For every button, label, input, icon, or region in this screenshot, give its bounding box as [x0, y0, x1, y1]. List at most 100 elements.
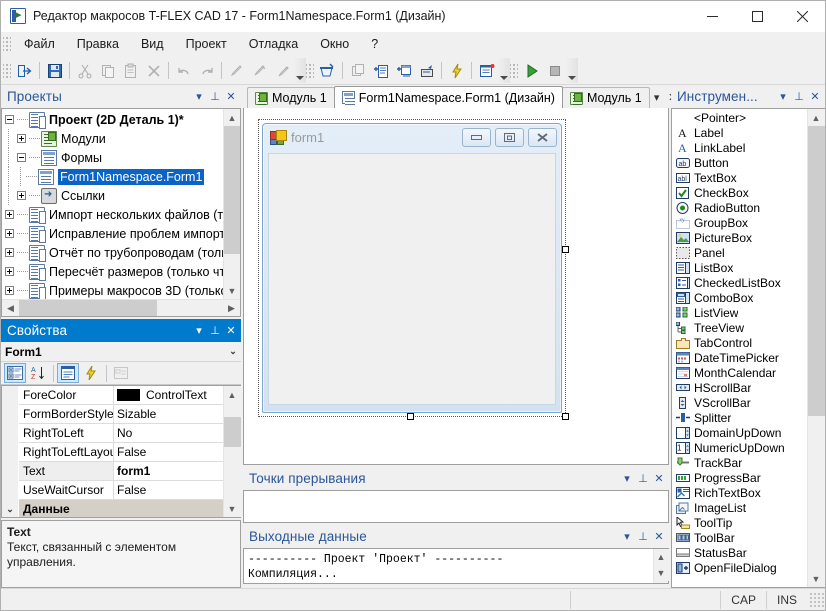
- toolbox-item-radiobutton[interactable]: RadioButton: [672, 200, 807, 215]
- tab-module-1a[interactable]: Модуль 1: [247, 87, 335, 108]
- toolbox-item-tabcontrol[interactable]: TabControl: [672, 335, 807, 350]
- projects-hscroll-track[interactable]: [19, 300, 223, 317]
- designed-form[interactable]: form1: [262, 123, 562, 413]
- toolbox-scroll-track[interactable]: [808, 126, 825, 570]
- property-value[interactable]: False: [114, 481, 223, 500]
- expander-import-fix[interactable]: [2, 224, 17, 243]
- resize-handle-right[interactable]: [562, 246, 569, 253]
- toolbox-item-checkbox[interactable]: CheckBox: [672, 185, 807, 200]
- expander-pipeline-report[interactable]: [2, 243, 17, 262]
- toolbox-item-monthcalendar[interactable]: MonthCalendar: [672, 365, 807, 380]
- expander-import-files[interactable]: [2, 205, 17, 224]
- toolbox-item-hscrollbar[interactable]: HScrollBar: [672, 380, 807, 395]
- run-button[interactable]: [520, 59, 543, 82]
- toolbox-item-progressbar[interactable]: ProgressBar: [672, 470, 807, 485]
- toolbox-pin-icon[interactable]: ⊥: [791, 88, 807, 106]
- scroll-up-icon[interactable]: ▲: [654, 549, 669, 565]
- toolbar-grip-2[interactable]: [306, 62, 314, 80]
- form-maximize-icon[interactable]: [495, 128, 524, 147]
- projects-scroll-thumb[interactable]: [224, 126, 241, 254]
- expander-forms[interactable]: [14, 148, 29, 167]
- property-row-text[interactable]: Text form1: [2, 462, 223, 481]
- minimize-button[interactable]: [690, 1, 735, 32]
- toolbox-item-combobox[interactable]: ComboBox: [672, 290, 807, 305]
- projects-horizontal-scrollbar[interactable]: ◀ ▶: [2, 299, 240, 316]
- properties-dropdown-icon[interactable]: ▾: [191, 322, 207, 340]
- toolbar-grip-1[interactable]: [3, 62, 11, 80]
- properties-pin-icon[interactable]: ⊥: [207, 322, 223, 340]
- property-row-formborderstyle[interactable]: FormBorderStyle Sizable: [2, 405, 223, 424]
- property-value[interactable]: form1: [114, 462, 223, 481]
- expander-recalc-dimensions[interactable]: [2, 262, 17, 281]
- save-button[interactable]: [43, 59, 66, 82]
- scroll-left-icon[interactable]: ◀: [2, 300, 19, 317]
- expander-macro-samples-3d[interactable]: [2, 281, 17, 299]
- toolbar-overflow-1[interactable]: [294, 58, 306, 83]
- properties-scroll-track[interactable]: [224, 403, 241, 500]
- scroll-down-icon[interactable]: ▼: [654, 565, 669, 581]
- output-console[interactable]: ---------- Проект 'Проект' ---------- Ко…: [243, 548, 669, 584]
- projects-hscroll-thumb[interactable]: [19, 300, 157, 317]
- resize-handle-bottom-right[interactable]: [562, 413, 569, 420]
- toolbox-close-icon[interactable]: ✕: [807, 88, 823, 106]
- projects-scroll-track[interactable]: [224, 126, 241, 282]
- toolbox-item-datetimepicker[interactable]: DateTimePicker: [672, 350, 807, 365]
- toolbox-item-checkedlistbox[interactable]: CheckedListBox: [672, 275, 807, 290]
- toolbar-overflow-2[interactable]: [498, 58, 510, 83]
- toolbox-item-treeview[interactable]: TreeView: [672, 320, 807, 335]
- alphabetical-button[interactable]: AZ: [27, 363, 49, 383]
- tab-list-dropdown-icon[interactable]: ▾: [649, 88, 665, 106]
- scroll-up-icon[interactable]: ▲: [224, 386, 241, 403]
- menu-grip[interactable]: [3, 35, 11, 53]
- toolbox-item-listbox[interactable]: ListBox: [672, 260, 807, 275]
- delete-button[interactable]: [142, 59, 165, 82]
- form-designer-surface[interactable]: form1: [243, 108, 669, 465]
- menu-edit[interactable]: Правка: [66, 33, 130, 55]
- toolbox-item-toolbar[interactable]: ToolBar: [672, 530, 807, 545]
- copy-project-button[interactable]: [346, 59, 369, 82]
- tree-row-project[interactable]: Проект (2D Деталь 1)*: [2, 110, 223, 129]
- projects-vertical-scrollbar[interactable]: ▲ ▼: [223, 109, 240, 299]
- property-value[interactable]: No: [114, 424, 223, 443]
- close-button[interactable]: [780, 1, 825, 32]
- toolbox-item-groupbox[interactable]: xy GroupBox: [672, 215, 807, 230]
- toolbox-item-label[interactable]: A Label: [672, 125, 807, 140]
- expander-project[interactable]: [2, 110, 17, 129]
- projects-dropdown-icon[interactable]: ▾: [191, 88, 207, 106]
- property-row-righttoleftlayout[interactable]: RightToLeftLayout False: [2, 443, 223, 462]
- form-client-area[interactable]: [268, 153, 556, 405]
- toolbox-item-panel[interactable]: Panel: [672, 245, 807, 260]
- scroll-up-icon[interactable]: ▲: [224, 109, 241, 126]
- resize-handle-bottom[interactable]: [407, 413, 414, 420]
- toolbox-item-richtextbox[interactable]: RichTextBox: [672, 485, 807, 500]
- toolbox-item-numericupdown[interactable]: 1 NumericUpDown: [672, 440, 807, 455]
- add-module-button[interactable]: [369, 59, 392, 82]
- tree-row-forms[interactable]: Формы: [2, 148, 223, 167]
- menu-help[interactable]: ?: [360, 33, 389, 55]
- bookmark-next-button[interactable]: [271, 59, 294, 82]
- property-category-data[interactable]: ⌄ Данные: [2, 500, 223, 517]
- output-close-icon[interactable]: ✕: [651, 528, 667, 546]
- redo-button[interactable]: [195, 59, 218, 82]
- toolbox-item-listview[interactable]: ListView: [672, 305, 807, 320]
- toolbox-item-pointer[interactable]: <Pointer>: [672, 110, 807, 125]
- properties-close-icon[interactable]: ✕: [223, 322, 239, 340]
- cut-button[interactable]: [73, 59, 96, 82]
- chevron-down-icon[interactable]: ⌄: [225, 346, 241, 357]
- property-row-righttoleft[interactable]: RightToLeft No: [2, 424, 223, 443]
- tree-row-import-fix[interactable]: Исправление проблем импорта: [2, 224, 223, 243]
- menu-window[interactable]: Окно: [309, 33, 360, 55]
- scroll-down-icon[interactable]: ▼: [808, 570, 825, 587]
- output-vertical-scrollbar[interactable]: ▲ ▼: [653, 549, 668, 583]
- toolbar-overflow-3[interactable]: [566, 58, 578, 83]
- menu-file[interactable]: Файл: [13, 33, 66, 55]
- scroll-down-icon[interactable]: ▼: [224, 500, 241, 517]
- property-pages-button[interactable]: [110, 363, 132, 383]
- output-pin-icon[interactable]: ⊥: [635, 528, 651, 546]
- resize-grip[interactable]: [809, 592, 825, 608]
- projects-close-icon[interactable]: ✕: [223, 88, 239, 106]
- scroll-right-icon[interactable]: ▶: [223, 300, 240, 317]
- form-selection-frame[interactable]: form1: [259, 120, 565, 416]
- toolbox-vertical-scrollbar[interactable]: ▲ ▼: [807, 109, 824, 587]
- toolbox-item-vscrollbar[interactable]: VScrollBar: [672, 395, 807, 410]
